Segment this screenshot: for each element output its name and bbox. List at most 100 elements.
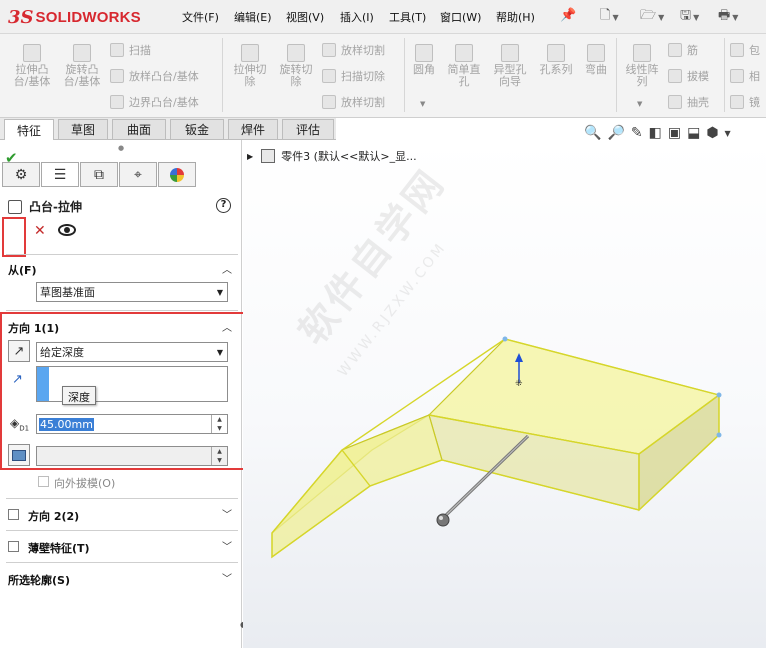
shell-button[interactable]: 抽壳 bbox=[668, 94, 709, 110]
menu-help[interactable]: 帮助(H) bbox=[496, 9, 535, 25]
hole-wizard-icon bbox=[501, 44, 519, 62]
command-ribbon: 拉伸凸 台/基体 旋转凸 台/基体 扫描 放样凸台/基体 边界凸台/基体 拉伸切… bbox=[0, 34, 766, 118]
open-button[interactable]: 🗁 ▼ bbox=[640, 7, 664, 27]
tab-sketch[interactable]: 草图 bbox=[58, 119, 108, 139]
chevron-down-icon[interactable]: ▼ bbox=[420, 100, 425, 108]
chevron-down-icon[interactable]: ▼ bbox=[725, 129, 731, 138]
hole-series-button[interactable]: 孔系列 bbox=[534, 44, 578, 76]
draft-button[interactable]: 拔模 bbox=[668, 68, 709, 84]
loft-icon bbox=[110, 69, 124, 83]
from-start-condition-select[interactable]: 草图基准面 ▼ bbox=[36, 282, 228, 302]
active-selection-indicator bbox=[37, 367, 49, 401]
flex-label: 弯曲 bbox=[585, 63, 607, 76]
draft-angle-input: ▲ ▼ bbox=[36, 446, 228, 466]
chevron-down-icon: ▼ bbox=[612, 12, 619, 22]
feature-title: 凸台-拉伸 bbox=[8, 198, 82, 215]
direction1-section-title[interactable]: 方向 1(1) bbox=[8, 320, 59, 336]
intersect-button[interactable]: 相 bbox=[730, 68, 760, 84]
dropdown-arrow-icon: ▼ bbox=[216, 288, 223, 297]
extruded-cut-button[interactable]: 拉伸切 除 bbox=[228, 44, 272, 88]
intersect-label: 相 bbox=[749, 70, 760, 83]
extruded-cut-label: 拉伸切 除 bbox=[233, 63, 267, 88]
new-document-button[interactable]: 🗋 ▼ bbox=[600, 7, 619, 27]
tab-dimxpert-manager[interactable]: ⌖ bbox=[119, 162, 157, 187]
pin-icon[interactable]: 📌 bbox=[560, 8, 576, 23]
save-button[interactable]: 🖫 ▼ bbox=[680, 7, 699, 27]
expand-chevron-icon[interactable]: ﹀ bbox=[222, 506, 232, 521]
zoom-to-area-icon[interactable]: 🔎 bbox=[607, 125, 624, 141]
menu-file[interactable]: 文件(F) bbox=[182, 9, 219, 25]
direction2-section-title[interactable]: 方向 2(2) bbox=[28, 508, 79, 524]
end-condition-select[interactable]: 给定深度 ▼ bbox=[36, 342, 228, 362]
menu-window[interactable]: 窗口(W) bbox=[440, 9, 481, 25]
reverse-direction-button[interactable]: ↗ bbox=[8, 340, 30, 362]
revolved-cut-button[interactable]: 旋转切 除 bbox=[274, 44, 318, 88]
vertex bbox=[502, 336, 508, 342]
zoom-to-fit-icon[interactable]: 🔍 bbox=[584, 125, 601, 141]
depth-spinner-arrows[interactable]: ▲ ▼ bbox=[211, 415, 227, 433]
panel-grip-icon[interactable]: ● bbox=[118, 144, 124, 152]
lofted-cut-button[interactable]: 放样切割 bbox=[322, 42, 385, 58]
section-view-icon[interactable]: ◧ bbox=[649, 125, 662, 141]
depth-input[interactable]: 45.00mm ▲ ▼ bbox=[36, 414, 228, 434]
print-button[interactable]: 🖶 ▼ bbox=[718, 7, 738, 27]
revolved-boss-button[interactable]: 旋转凸 台/基体 bbox=[58, 44, 106, 88]
extruded-boss-button[interactable]: 拉伸凸 台/基体 bbox=[8, 44, 56, 88]
tab-sheet-metal[interactable]: 钣金 bbox=[170, 119, 224, 139]
chevron-down-icon: ▼ bbox=[732, 12, 739, 22]
linear-pattern-button[interactable]: 线性阵 列 bbox=[620, 44, 664, 88]
sweep-button[interactable]: 扫描 bbox=[110, 42, 151, 58]
detailed-preview-eye-icon[interactable] bbox=[58, 224, 76, 236]
hole-wizard-button[interactable]: 异型孔 向导 bbox=[488, 44, 532, 88]
flex-icon bbox=[587, 44, 605, 62]
cancel-x-icon[interactable]: ✕ bbox=[34, 223, 46, 239]
hide-show-items-icon[interactable]: ⬢ bbox=[706, 125, 718, 141]
mirror-button[interactable]: 镜 bbox=[730, 94, 760, 110]
boundary-cut-button[interactable]: 放样切割 bbox=[322, 94, 385, 110]
lofted-cut-label: 放样切割 bbox=[341, 44, 385, 57]
chevron-down-icon[interactable]: ▼ bbox=[637, 100, 642, 108]
fillet-button[interactable]: 圆角 bbox=[408, 44, 440, 76]
direction2-checkbox[interactable] bbox=[8, 509, 19, 520]
reverse-direction-icon: ↗ bbox=[13, 343, 25, 359]
help-icon[interactable]: ? bbox=[216, 198, 231, 213]
thin-feature-section-title[interactable]: 薄壁特征(T) bbox=[28, 540, 90, 556]
rib-icon bbox=[668, 43, 682, 57]
menu-insert[interactable]: 插入(I) bbox=[340, 9, 374, 25]
graphics-area[interactable]: ▶ 零件3 (默认<<默认>_显... 软件自学网 WWW.RJZXW.COM bbox=[243, 140, 766, 648]
loft-boss-button[interactable]: 放样凸台/基体 bbox=[110, 68, 199, 84]
previous-view-icon[interactable]: ✎ bbox=[631, 125, 643, 141]
expand-chevron-icon[interactable]: ﹀ bbox=[222, 570, 232, 585]
menu-tools[interactable]: 工具(T) bbox=[389, 9, 426, 25]
menu-edit[interactable]: 编辑(E) bbox=[234, 9, 272, 25]
expand-chevron-icon[interactable]: ﹀ bbox=[222, 538, 232, 553]
open-folder-icon: 🗁 bbox=[640, 8, 657, 23]
selected-contours-section-title[interactable]: 所选轮廓(S) bbox=[8, 572, 70, 588]
simple-hole-button[interactable]: 简单直 孔 bbox=[442, 44, 486, 88]
tab-surfaces[interactable]: 曲面 bbox=[112, 119, 166, 139]
menu-view[interactable]: 视图(V) bbox=[286, 9, 324, 25]
thin-feature-checkbox[interactable] bbox=[8, 541, 19, 552]
tab-display-manager[interactable] bbox=[158, 162, 196, 187]
boundary-boss-button[interactable]: 边界凸台/基体 bbox=[110, 94, 199, 110]
wrap-button[interactable]: 包 bbox=[730, 42, 760, 58]
tab-evaluate[interactable]: 评估 bbox=[282, 119, 334, 139]
from-section-title[interactable]: 从(F) bbox=[8, 262, 37, 278]
intersect-icon bbox=[730, 69, 744, 83]
collapse-chevron-icon[interactable]: ︿ bbox=[222, 319, 232, 334]
tab-features[interactable]: 特征 bbox=[4, 119, 54, 141]
tab-configuration-manager[interactable]: ⧉ bbox=[80, 162, 118, 187]
fillet-label: 圆角 bbox=[413, 63, 435, 76]
flex-button[interactable]: 弯曲 bbox=[580, 44, 612, 76]
ok-checkmark-icon[interactable]: ✔ bbox=[5, 149, 18, 167]
tab-weldments[interactable]: 焊件 bbox=[228, 119, 278, 139]
lofted-cut-icon bbox=[322, 43, 336, 57]
swept-cut-button[interactable]: 扫描切除 bbox=[322, 68, 385, 84]
view-orientation-icon[interactable]: ▣ bbox=[668, 125, 681, 141]
display-style-icon[interactable]: ⬓ bbox=[687, 125, 700, 141]
collapse-chevron-icon[interactable]: ︿ bbox=[222, 261, 232, 276]
draft-toggle-button[interactable] bbox=[8, 444, 30, 466]
tab-property-manager[interactable]: ☰ bbox=[41, 162, 79, 187]
rib-button[interactable]: 筋 bbox=[668, 42, 698, 58]
origin-marker: ⁜ bbox=[515, 379, 523, 389]
